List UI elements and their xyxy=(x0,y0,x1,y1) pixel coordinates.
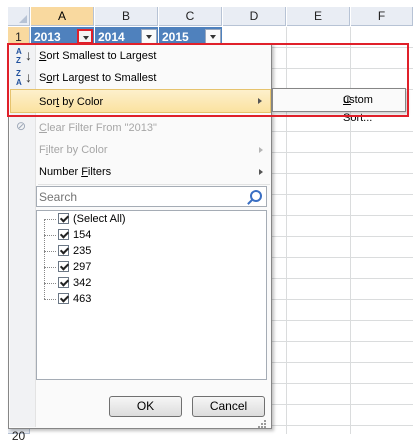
highlight-frame xyxy=(7,43,409,117)
search-input[interactable] xyxy=(39,188,239,205)
tree-line xyxy=(44,219,56,220)
filter-by-color-label: Filter by Color xyxy=(39,144,108,156)
tree-line xyxy=(44,283,56,284)
list-item-label: 463 xyxy=(73,293,92,305)
filter-dropdown-b-button[interactable] xyxy=(141,29,157,44)
filter-dropdown-c-button[interactable] xyxy=(205,29,221,44)
list-item-label: 297 xyxy=(73,261,92,273)
filter-dropdown-a-button[interactable] xyxy=(77,29,93,44)
submenu-arrow-icon xyxy=(259,147,263,153)
grid-line xyxy=(272,194,413,195)
value-list: (Select All) 154 235 297 342 463 xyxy=(36,210,267,380)
column-header-d[interactable]: D xyxy=(223,7,286,26)
grid-line xyxy=(272,404,413,405)
resize-grip-icon[interactable] xyxy=(258,420,266,428)
grid-line xyxy=(272,278,413,279)
clear-filter-item[interactable]: ⊘ Clear Filter From "2013" xyxy=(10,117,271,139)
grid-line xyxy=(272,215,413,216)
checkbox[interactable] xyxy=(58,261,69,272)
chevron-down-icon xyxy=(83,36,89,40)
number-filters-item[interactable]: Number Filters xyxy=(10,161,271,183)
grid-line xyxy=(272,236,413,237)
tree-line xyxy=(44,251,56,252)
tree-line xyxy=(44,235,56,236)
column-header-e[interactable]: E xyxy=(287,7,350,26)
grid-line xyxy=(272,362,413,363)
tree-line xyxy=(44,267,56,268)
number-filters-label: Number Filters xyxy=(39,166,112,178)
list-item-label: 235 xyxy=(73,245,92,257)
column-header-b[interactable]: B xyxy=(95,7,158,26)
grid-line xyxy=(272,257,413,258)
clear-filter-icon: ⊘ xyxy=(16,119,27,133)
column-header-a[interactable]: A xyxy=(31,7,94,26)
checkbox[interactable] xyxy=(58,213,69,224)
grid-line xyxy=(272,341,413,342)
filter-by-color-item[interactable]: Filter by Color xyxy=(10,139,271,161)
column-header-c[interactable]: C xyxy=(159,7,222,26)
chevron-down-icon xyxy=(210,35,216,39)
column-header-f[interactable]: F xyxy=(351,7,413,26)
grid-line xyxy=(272,320,413,321)
list-item-label: (Select All) xyxy=(73,213,126,225)
search-icon[interactable] xyxy=(250,190,262,202)
ok-button[interactable]: OK xyxy=(109,396,182,417)
grid-line xyxy=(272,173,413,174)
menu-separator xyxy=(38,184,270,185)
grid-line xyxy=(272,299,413,300)
grid-line xyxy=(272,425,413,426)
checkbox[interactable] xyxy=(58,229,69,240)
list-item-label: 154 xyxy=(73,229,92,241)
grid-line xyxy=(272,383,413,384)
tree-line xyxy=(44,299,56,300)
grid-line xyxy=(272,131,413,132)
checkbox[interactable] xyxy=(58,277,69,288)
tree-line xyxy=(44,219,45,299)
search-box xyxy=(36,186,267,207)
select-all-corner[interactable] xyxy=(8,7,30,26)
list-item-label: 342 xyxy=(73,277,92,289)
checkbox[interactable] xyxy=(58,293,69,304)
cancel-button[interactable]: Cancel xyxy=(192,396,265,417)
submenu-arrow-icon xyxy=(259,169,263,175)
grid-line xyxy=(272,152,413,153)
checkbox[interactable] xyxy=(58,245,69,256)
clear-filter-label: Clear Filter From "2013" xyxy=(39,122,157,134)
chevron-down-icon xyxy=(146,35,152,39)
